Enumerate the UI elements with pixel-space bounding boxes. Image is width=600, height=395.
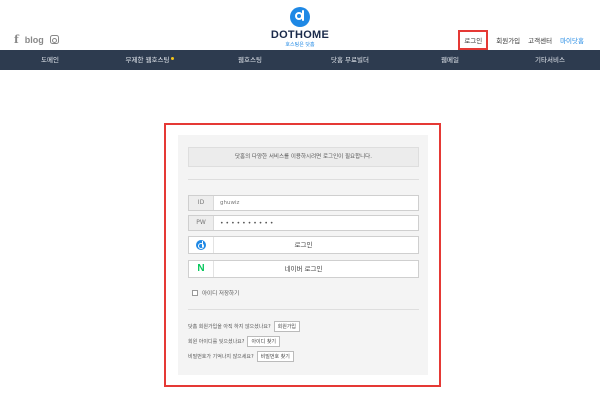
- naver-login-button[interactable]: N 네이버 로그인: [188, 260, 419, 278]
- menu-item-webmail[interactable]: 웹메일: [400, 50, 500, 70]
- site-logo[interactable]: DOTHOME 호스팅은 닷홈: [270, 7, 330, 48]
- instagram-icon[interactable]: [49, 35, 59, 44]
- id-field: ID: [188, 195, 419, 211]
- naver-login-label: 네이버 로그인: [284, 265, 323, 273]
- logo-name: DOTHOME: [270, 29, 330, 41]
- save-id-option[interactable]: 아이디 저장하기: [192, 289, 239, 297]
- pw-field: PW: [188, 215, 419, 231]
- support-link[interactable]: 고객센터: [528, 35, 552, 45]
- login-link[interactable]: 로그인: [458, 30, 489, 50]
- divider: [188, 309, 419, 310]
- logo-tagline: 호스팅은 닷홈: [285, 42, 315, 48]
- divider: [188, 179, 419, 180]
- find-id-button[interactable]: 아이디 찾기: [247, 336, 281, 347]
- menu-item-label: 무제한 웹호스팅: [125, 56, 170, 64]
- site-header: f blog DOTHOME 호스팅은 닷홈 로그인 회원가입 고객센터 마이닷…: [0, 0, 600, 50]
- signup-button[interactable]: 회원가입: [273, 321, 301, 332]
- menu-item-domain[interactable]: 도메인: [0, 50, 100, 70]
- login-notice: 닷홈의 다양한 서비스를 이용하시려면 로그인이 필요합니다.: [188, 147, 419, 167]
- help-row-find-password: 비밀번호가 기억나지 않으세요? 비밀번호 찾기: [188, 351, 294, 362]
- menu-item-unlimited-hosting[interactable]: 무제한 웹호스팅: [100, 50, 200, 70]
- menu-item-free-builder[interactable]: 닷홈 무료빌더: [300, 50, 400, 70]
- help-text: 비밀번호가 기억나지 않으세요?: [188, 354, 254, 360]
- my-dothome-link[interactable]: 마이닷홈: [560, 35, 584, 45]
- login-highlight-box: 닷홈의 다양한 서비스를 이용하시려면 로그인이 필요합니다. ID PW 로그…: [164, 123, 441, 387]
- help-row-find-id: 회원 아이디를 잊으셨나요? 아이디 찾기: [188, 336, 281, 347]
- blog-link[interactable]: blog: [25, 35, 44, 45]
- top-navigation: 로그인 회원가입 고객센터 마이닷홈: [458, 30, 584, 50]
- password-input[interactable]: [214, 216, 418, 230]
- help-row-signup: 닷홈 회원가입을 아직 하지 않으셨나요? 회원가입: [188, 321, 301, 332]
- login-panel: 닷홈의 다양한 서비스를 이용하시려면 로그인이 필요합니다. ID PW 로그…: [178, 135, 428, 375]
- dothome-icon: [196, 240, 206, 250]
- help-text: 닷홈 회원가입을 아직 하지 않으셨나요?: [188, 324, 271, 330]
- naver-icon: N: [197, 263, 205, 274]
- main-menu: 도메인 무제한 웹호스팅 웹호스팅 닷홈 무료빌더 웹메일 기타서비스: [0, 50, 600, 70]
- id-label: ID: [189, 196, 214, 210]
- new-dot-icon: [171, 57, 175, 60]
- help-text: 회원 아이디를 잊으셨나요?: [188, 339, 245, 345]
- login-button-label: 로그인: [294, 241, 313, 249]
- save-id-checkbox[interactable]: [192, 290, 198, 296]
- save-id-label: 아이디 저장하기: [202, 291, 240, 297]
- social-links: f blog: [14, 33, 59, 46]
- login-button[interactable]: 로그인: [188, 236, 419, 254]
- menu-item-other-services[interactable]: 기타서비스: [500, 50, 600, 70]
- facebook-icon[interactable]: f: [14, 33, 19, 46]
- signup-link[interactable]: 회원가입: [496, 35, 520, 45]
- id-input[interactable]: [214, 196, 418, 210]
- dothome-logo-icon: [290, 7, 310, 27]
- find-password-button[interactable]: 비밀번호 찾기: [256, 351, 294, 362]
- menu-item-webhosting[interactable]: 웹호스팅: [200, 50, 300, 70]
- pw-label: PW: [189, 216, 214, 230]
